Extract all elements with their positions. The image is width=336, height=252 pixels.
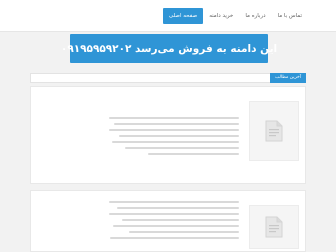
- post-excerpt: [109, 117, 239, 159]
- document-icon: [265, 216, 283, 238]
- post-card[interactable]: [30, 86, 306, 184]
- latest-posts-header: آخرین مطالب: [30, 73, 306, 83]
- nav-menu: صفحه اصلی خرید دامنه درباره ما تماس با م…: [162, 8, 308, 24]
- document-icon: [265, 120, 283, 142]
- nav-item-home[interactable]: صفحه اصلی: [162, 8, 204, 24]
- top-navbar: صفحه اصلی خرید دامنه درباره ما تماس با م…: [0, 0, 336, 32]
- post-excerpt: [109, 201, 239, 243]
- domain-sale-banner: این دامنه به فروش می‌رسد ۰۹۱۹۵۹۵۹۲۰۲: [61, 34, 277, 63]
- nav-item-contact[interactable]: تماس با ما: [272, 8, 308, 24]
- post-thumbnail[interactable]: [249, 205, 299, 249]
- nav-item-buy-domain[interactable]: خرید دامنه: [203, 8, 239, 24]
- nav-item-about[interactable]: درباره ما: [239, 8, 271, 24]
- post-card[interactable]: [30, 190, 306, 252]
- post-thumbnail[interactable]: [249, 101, 299, 161]
- latest-posts-title: آخرین مطالب: [270, 73, 306, 83]
- banner-text: این دامنه به فروش می‌رسد ۰۹۱۹۵۹۵۹۲۰۲: [60, 42, 278, 55]
